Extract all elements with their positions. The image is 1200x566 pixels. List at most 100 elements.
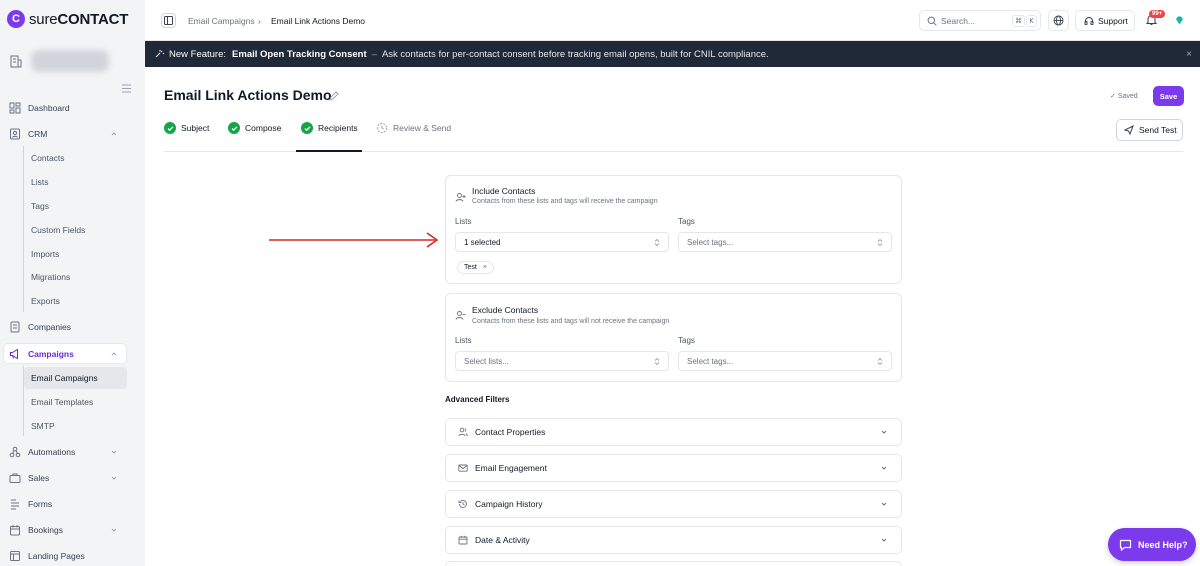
building-icon (10, 55, 22, 68)
filter-label: Campaign History (475, 499, 543, 509)
check-circle-icon (164, 122, 176, 134)
brand-name: sureCONTACT (29, 10, 129, 28)
card-description: Contacts from these lists and tags will … (472, 198, 658, 205)
send-test-label: Send Test (1139, 125, 1177, 135)
breadcrumb-email-campaigns[interactable]: Email Campaigns (188, 16, 255, 26)
tags-label: Tags (678, 217, 695, 226)
tags-label: Tags (678, 336, 695, 345)
card-title: Include Contacts (472, 186, 536, 196)
support-label: Support (1098, 15, 1128, 26)
lists-label: Lists (455, 336, 472, 345)
include-contacts-card: Include Contacts Contacts from these lis… (445, 175, 902, 284)
workspace-switcher[interactable] (9, 50, 109, 72)
close-icon[interactable]: × (1186, 49, 1192, 60)
page-icon (10, 551, 20, 561)
tab-recipients[interactable]: Recipients (301, 122, 358, 134)
selected-list-chip: Test × (457, 261, 494, 274)
building-icon (10, 321, 20, 333)
check-icon: ✓ (1110, 93, 1118, 100)
filter-next-collapsed[interactable] (445, 561, 902, 566)
chevron-updown-icon (877, 357, 883, 365)
sidebar-item-dashboard[interactable]: Dashboard (0, 97, 145, 119)
notification-badge: 99+ (1149, 10, 1166, 18)
saved-status: ✓ Saved (1110, 93, 1138, 100)
include-tags-select[interactable]: Select tags... (678, 232, 892, 252)
annotation-arrow-icon (269, 232, 439, 248)
sidebar-item-companies[interactable]: Companies (0, 316, 145, 338)
select-placeholder: Select lists... (464, 356, 509, 366)
sidebar-item-bookings[interactable]: Bookings (0, 519, 145, 541)
filter-email-engagement[interactable]: Email Engagement (445, 454, 902, 482)
sidebar-item-campaigns-row[interactable]: Campaigns (0, 343, 145, 365)
sidebar-subitem-tags[interactable]: Tags (31, 201, 49, 211)
card-title: Exclude Contacts (472, 305, 539, 315)
chevron-updown-icon (654, 238, 660, 246)
select-placeholder: Select tags... (687, 237, 734, 247)
breadcrumb-current: Email Link Actions Demo (271, 16, 366, 26)
pencil-icon[interactable] (328, 91, 339, 102)
banner-separator: – (371, 48, 377, 60)
tab-subject[interactable]: Subject (164, 122, 209, 134)
breadcrumb-separator-icon: › (258, 16, 261, 26)
sidebar-item-label: Automations (28, 447, 76, 457)
need-help-button[interactable]: Need Help? (1108, 528, 1196, 561)
sidebar-item-sales[interactable]: Sales (0, 467, 145, 489)
sidebar-item-automations[interactable]: Automations (0, 441, 145, 463)
tab-review-send[interactable]: Review & Send (376, 122, 451, 134)
save-button[interactable]: Save (1153, 86, 1184, 106)
sidebar-subitem-email-campaigns[interactable]: Email Campaigns (31, 373, 98, 383)
sidebar-item-label: Landing Pages (28, 551, 85, 561)
filter-label: Date & Activity (475, 535, 530, 545)
feature-announcement-banner: New Feature: Email Open Tracking Consent… (145, 41, 1200, 67)
filter-label: Contact Properties (475, 427, 546, 437)
sidebar-item-label: CRM (28, 129, 48, 139)
sidebar-subitem-email-templates[interactable]: Email Templates (31, 397, 93, 407)
sidebar-subitem-exports[interactable]: Exports (31, 296, 60, 306)
chevron-down-icon (111, 528, 117, 532)
sidebar-item-label: Sales (28, 473, 50, 483)
banner-title: Email Open Tracking Consent (232, 48, 367, 60)
tab-compose[interactable]: Compose (228, 122, 281, 134)
include-lists-select[interactable]: 1 selected (455, 232, 669, 252)
brand-logo[interactable]: C sureCONTACT (7, 10, 128, 28)
filter-contact-properties[interactable]: Contact Properties (445, 418, 902, 446)
exclude-tags-select[interactable]: Select tags... (678, 351, 892, 371)
send-test-button[interactable]: Send Test (1116, 119, 1183, 141)
banner-tag: New Feature: (169, 48, 227, 60)
sidebar-item-landing-pages[interactable]: Landing Pages (0, 545, 145, 566)
page-title: Email Link Actions Demo (164, 87, 332, 103)
sidebar-item-crm[interactable]: CRM (0, 123, 145, 145)
chip-label: Test (464, 264, 477, 271)
globe-icon (1053, 15, 1064, 26)
sidebar-subitem-imports[interactable]: Imports (31, 249, 59, 259)
banner-text: Ask contacts for per-contact consent bef… (381, 48, 769, 60)
search-input[interactable]: Search... ⌘ K (919, 10, 1041, 31)
sidebar-subitem-migrations[interactable]: Migrations (31, 272, 70, 282)
sidebar-subitem-contacts[interactable]: Contacts (31, 153, 65, 163)
support-button[interactable]: Support (1075, 10, 1135, 31)
sidebar-item-label: Campaigns (28, 349, 74, 359)
exclude-lists-select[interactable]: Select lists... (455, 351, 669, 371)
sidebar-toggle-button[interactable] (161, 13, 176, 28)
filter-date-activity[interactable]: Date & Activity (445, 526, 902, 554)
exclude-contacts-card: Exclude Contacts Contacts from these lis… (445, 293, 902, 382)
chevron-down-icon (881, 430, 887, 434)
sidebar-subitem-lists[interactable]: Lists (31, 177, 48, 187)
sidebar-item-forms[interactable]: Forms (0, 493, 145, 515)
kbd-k: K (1026, 15, 1037, 27)
sidebar-subitem-custom-fields[interactable]: Custom Fields (31, 225, 85, 235)
filter-label: Email Engagement (475, 463, 547, 473)
active-tab-indicator (296, 150, 362, 152)
filter-campaign-history[interactable]: Campaign History (445, 490, 902, 518)
select-value: 1 selected (464, 237, 501, 247)
sidebar-subitem-smtp[interactable]: SMTP (31, 421, 55, 431)
history-icon (377, 123, 387, 133)
sidebar-collapse-icon[interactable] (120, 82, 133, 95)
diamond-icon[interactable] (1174, 15, 1185, 26)
calendar-icon (458, 535, 468, 545)
user-minus-icon (455, 311, 466, 320)
language-button[interactable] (1048, 10, 1069, 31)
remove-chip-icon[interactable]: × (483, 264, 487, 271)
panel-icon (164, 16, 173, 25)
lists-label: Lists (455, 217, 472, 226)
